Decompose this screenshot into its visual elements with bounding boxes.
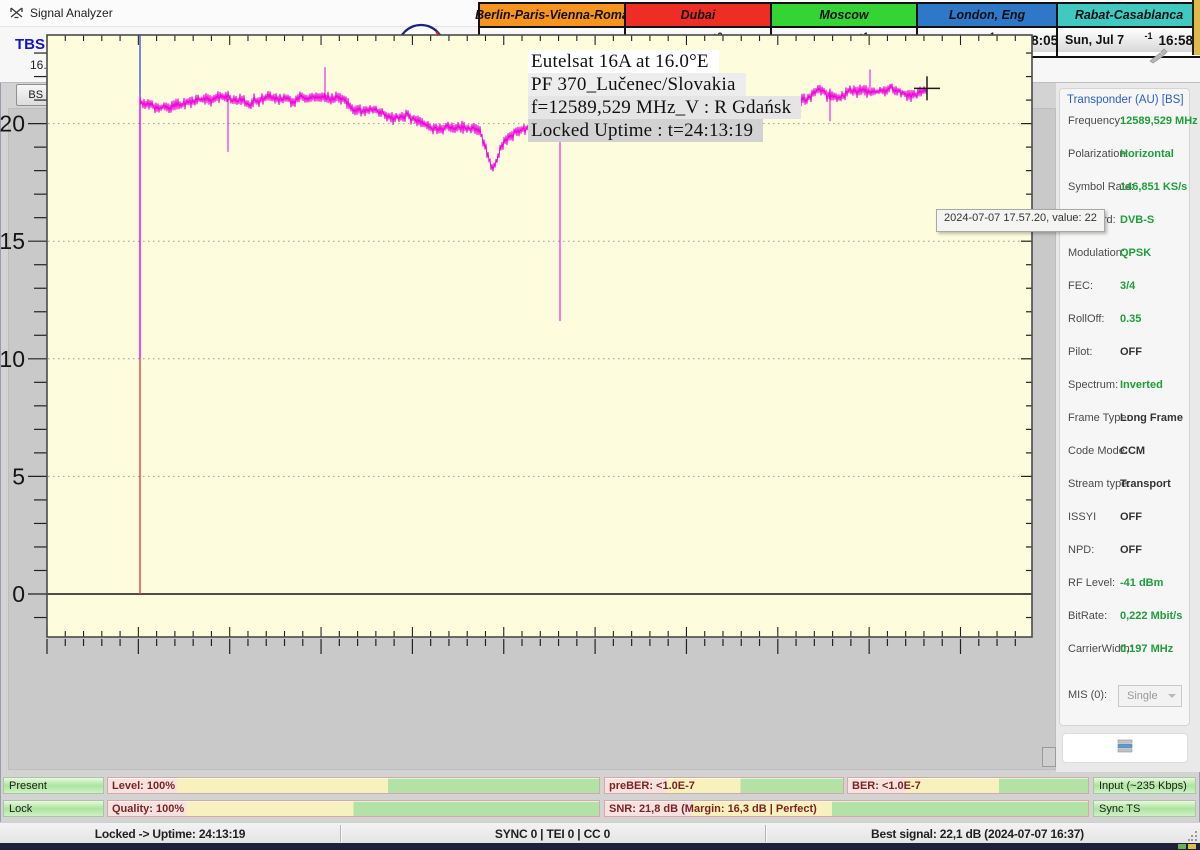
clock-city-label: Rabat-Casablanca xyxy=(1058,4,1200,28)
tp-value-spectrum: Inverted xyxy=(1120,379,1163,391)
clock-city-label: Dubai xyxy=(626,4,770,28)
tp-label-modulation: Modulation: xyxy=(1068,247,1125,259)
tp-label-code-mode: Code Mode: xyxy=(1068,445,1128,457)
bottom-window-edge xyxy=(0,843,1200,850)
tp-value-npd: OFF xyxy=(1120,544,1142,556)
status-bar: Locked -> Uptime: 24:13:19 SYNC 0 | TEI … xyxy=(0,822,1200,844)
window-edge-sliver xyxy=(1192,0,1200,55)
stream-list-button[interactable] xyxy=(1062,733,1188,763)
stream-list-icon xyxy=(1117,739,1133,758)
snr-bar: SNR: 21,8 dB (Margin: 16,3 dB | Perfect) xyxy=(604,800,1089,817)
tp-value-frequency: 12589,529 MHz xyxy=(1120,115,1198,127)
present-box: Present xyxy=(3,777,104,794)
app-antenna-icon xyxy=(9,5,24,25)
tp-label-pilot: Pilot: xyxy=(1068,346,1092,358)
mis-label: MIS (0): xyxy=(1068,689,1107,701)
statusbar-counters: SYNC 0 | TEI 0 | CC 0 xyxy=(340,823,765,844)
tp-label-issyi: ISSYI xyxy=(1068,511,1096,523)
statusbar-best-signal: Best signal: 22,1 dB (2024-07-07 16:37) xyxy=(765,823,1190,844)
statusbar-uptime: Locked -> Uptime: 24:13:19 xyxy=(0,823,340,844)
svg-text:20: 20 xyxy=(0,111,25,137)
svg-text:0: 0 xyxy=(12,581,25,607)
tp-value-code-mode: CCM xyxy=(1120,445,1145,457)
clock-rabat-casablanca: Rabat-CasablancaSun, Jul 7-116:58 xyxy=(1056,4,1200,56)
tp-label-npd: NPD: xyxy=(1068,544,1094,556)
transponder-panel: Transponder (AU) [BS] Frequency:12589,52… xyxy=(1059,88,1190,726)
chart-tooltip: 2024-07-07 17.57.20, value: 22 xyxy=(936,209,1105,232)
tp-label-rolloff: RollOff: xyxy=(1068,313,1104,325)
tp-label-frequency: Frequency: xyxy=(1068,115,1123,127)
tp-value-frame-type: Long Frame xyxy=(1120,412,1183,424)
chart-scrollbar-thumb[interactable] xyxy=(1042,747,1056,767)
tp-value-pilot: OFF xyxy=(1120,346,1142,358)
level-bar: Level: 100% xyxy=(107,777,600,794)
clock-time: Sun, Jul 7-116:58 xyxy=(1058,28,1200,52)
tp-value-bitrate: 0,222 Mbit/s xyxy=(1120,610,1182,622)
clock-city-label: Moscow xyxy=(772,4,916,28)
taskbar-pixel-yellow xyxy=(1188,844,1196,849)
pencil-icon xyxy=(1148,48,1168,64)
tp-value-modulation: QPSK xyxy=(1120,247,1151,259)
tp-value-stream-type: Transport xyxy=(1120,478,1171,490)
tp-value-polarization: Horizontal xyxy=(1120,148,1174,160)
right-panel-area: Transponder (AU) [BS] Frequency:12589,52… xyxy=(1056,83,1200,772)
clock-city-label: London, Eng xyxy=(918,4,1056,28)
signal-chart[interactable]: 0 5 10 15 20 xyxy=(0,32,1048,662)
sync-box: Sync TS xyxy=(1093,800,1196,817)
tp-value-standard: DVB-S xyxy=(1120,214,1154,226)
transponder-header: Transponder (AU) [BS] xyxy=(1067,94,1184,106)
chevron-down-icon xyxy=(1168,694,1176,698)
tp-value-fec: 3/4 xyxy=(1120,280,1135,292)
mis-select[interactable]: Single xyxy=(1118,685,1182,707)
preber-bar: preBER: <1.0E-7 xyxy=(604,777,844,794)
lock-box: Lock xyxy=(3,800,104,817)
svg-text:10: 10 xyxy=(0,346,25,372)
taskbar-pixel-green xyxy=(1178,844,1186,849)
tp-value-rolloff: 0.35 xyxy=(1120,313,1141,325)
mis-value: Single xyxy=(1127,690,1158,702)
quality-bar: Quality: 100% xyxy=(107,800,600,817)
tp-label-spectrum: Spectrum: xyxy=(1068,379,1118,391)
resize-grip[interactable] xyxy=(1188,831,1197,840)
input-box: Input (~235 Kbps) xyxy=(1093,777,1196,794)
tp-value-symbol-rate: 146,851 KS/s xyxy=(1120,181,1187,193)
ber-bar: BER: <1.0E-7 xyxy=(847,777,1089,794)
svg-text:5: 5 xyxy=(12,463,25,489)
tp-label-bitrate: BitRate: xyxy=(1068,610,1107,622)
tp-label-fec: FEC: xyxy=(1068,280,1093,292)
svg-text:15: 15 xyxy=(0,228,25,254)
tp-label-rf-level: RF Level: xyxy=(1068,577,1115,589)
window-title: Signal Analyzer xyxy=(30,6,113,20)
clock-city-label: Berlin-Paris-Vienna-Roma xyxy=(480,4,624,28)
tp-value-issyi: OFF xyxy=(1120,511,1142,523)
tp-value-rf-level: -41 dBm xyxy=(1120,577,1163,589)
tp-value-carrierwidth: 0,197 MHz xyxy=(1120,643,1173,655)
